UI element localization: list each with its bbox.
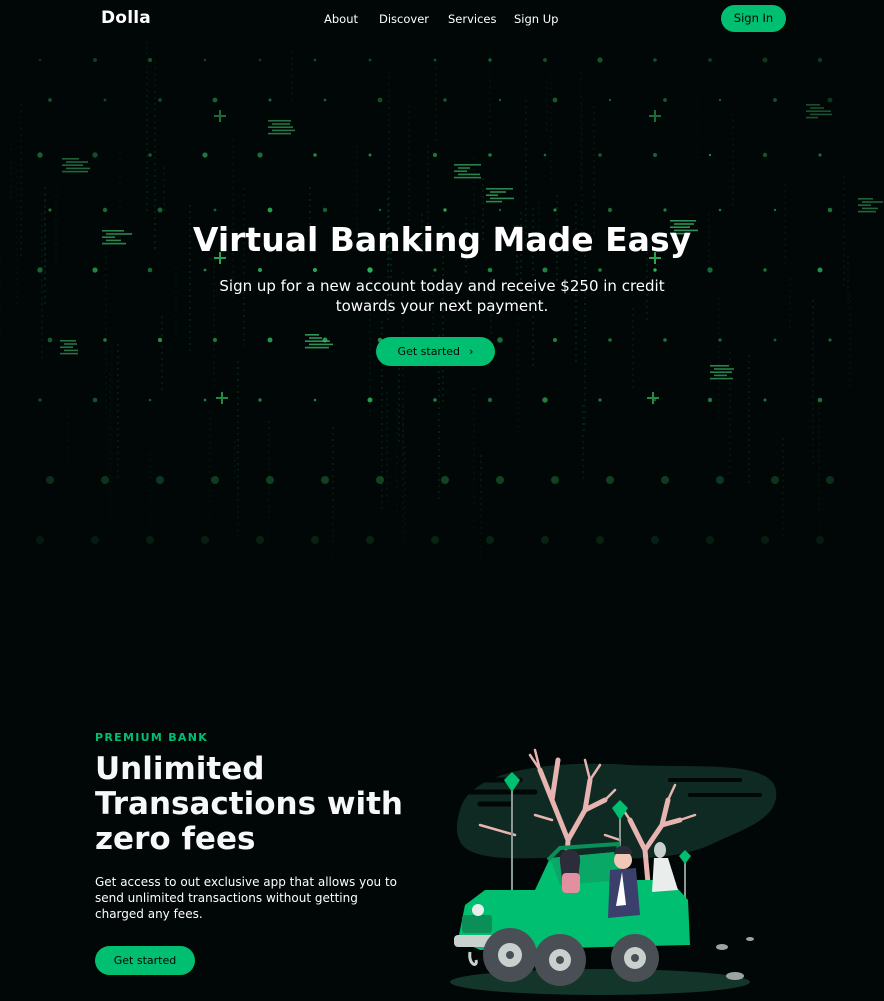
section-description: Get access to out exclusive app that all… [95, 875, 398, 921]
hero-overlay [0, 40, 884, 602]
nav-link-signup[interactable]: Sign Up [514, 12, 558, 26]
hero-title: Virtual Banking Made Easy [192, 220, 692, 259]
section-topline: PREMIUM BANK [95, 731, 209, 744]
sign-in-button[interactable]: Sign In [721, 5, 786, 32]
jeep-couple-illustration [450, 748, 777, 995]
nav-link-services[interactable]: Services [448, 12, 497, 26]
nav-link-discover[interactable]: Discover [379, 12, 429, 26]
hero-section: Virtual Banking Made Easy Sign up for a … [0, 40, 884, 602]
chevron-right-icon: › [469, 345, 474, 358]
nav-link-about[interactable]: About [324, 12, 358, 26]
hero-button-label: Get started [397, 345, 461, 358]
section-heading: Unlimited Transactions with zero fees [95, 751, 403, 857]
navbar: Dolla About Discover Services Sign Up Si… [0, 0, 884, 40]
hero-get-started-button[interactable]: Get started › [376, 337, 495, 366]
hero-subtitle: Sign up for a new account today and rece… [219, 277, 665, 315]
info-get-started-button[interactable]: Get started [95, 946, 195, 975]
